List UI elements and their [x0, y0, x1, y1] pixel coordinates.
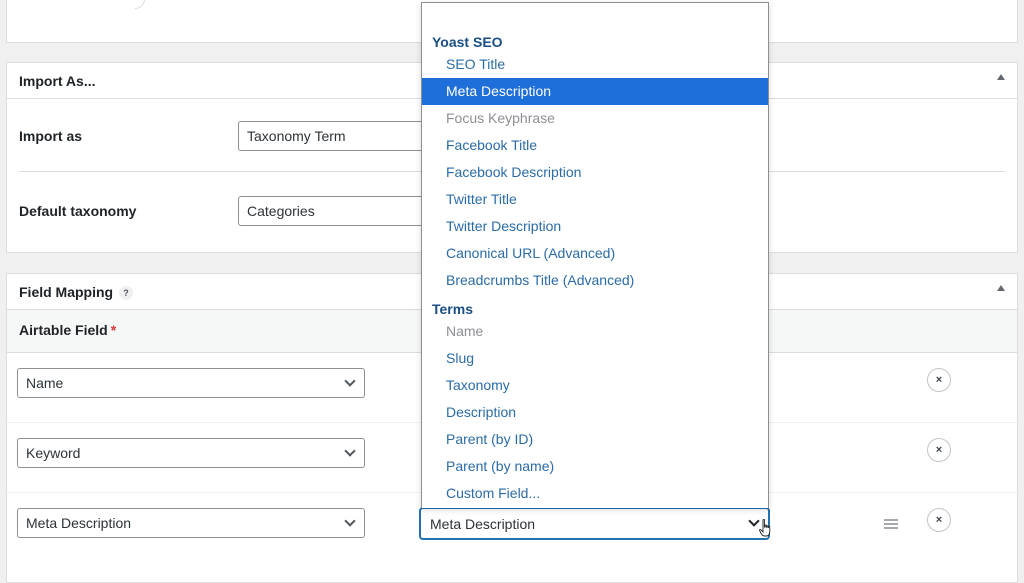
field-mapping-title: Field Mapping [19, 284, 114, 300]
import-as-label: Import as [19, 128, 83, 144]
chevron-down-icon [748, 515, 760, 527]
airtable-field-select[interactable]: Keyword [17, 438, 365, 468]
airtable-field-select[interactable]: Meta Description [17, 508, 365, 538]
target-field-value: Meta Description [430, 516, 536, 532]
dropdown-option-selected[interactable]: Meta Description [422, 78, 768, 105]
dropdown-option[interactable]: Twitter Title [422, 186, 768, 213]
chevron-up-icon[interactable] [997, 74, 1005, 80]
dropdown-option[interactable]: Twitter Description [422, 213, 768, 240]
dropdown-option-disabled: Focus Keyphrase [446, 110, 555, 126]
dropdown-option[interactable]: Facebook Description [422, 159, 768, 186]
dropdown-option-disabled: Name [446, 323, 484, 339]
required-marker: * [110, 322, 117, 338]
optgroup-label: Yoast SEO [432, 34, 503, 50]
scrollbar-fragment [135, 0, 145, 9]
airtable-field-select[interactable]: Name [17, 368, 365, 398]
airtable-field-header-text: Airtable Field [19, 322, 108, 338]
dropdown-option[interactable]: Taxonomy [422, 372, 768, 399]
chevron-down-icon [344, 375, 356, 387]
hand-pointer-icon [759, 519, 771, 537]
airtable-field-value: Keyword [26, 445, 81, 461]
chevron-down-icon [344, 445, 356, 457]
airtable-field-header: Airtable Field * [19, 322, 116, 338]
chevron-up-icon[interactable] [997, 285, 1005, 291]
import-as-title: Import As... [19, 73, 96, 89]
dropdown-option[interactable]: Canonical URL (Advanced) [422, 240, 768, 267]
remove-row-button[interactable]: × [927, 508, 951, 532]
dropdown-option[interactable]: Facebook Title [422, 132, 768, 159]
default-taxonomy-label: Default taxonomy [19, 203, 137, 219]
dropdown-option[interactable]: Parent (by ID) [422, 426, 768, 453]
target-field-dropdown: Yoast SEO SEO Title Meta Description Foc… [421, 2, 769, 508]
target-field-select[interactable]: Meta Description [420, 508, 769, 539]
drag-handle-icon[interactable] [884, 519, 898, 529]
dropdown-option[interactable]: Custom Field... [422, 480, 768, 507]
optgroup-label: Terms [432, 301, 473, 317]
dropdown-option[interactable]: Slug [422, 345, 768, 372]
import-as-select[interactable]: Taxonomy Term [238, 121, 438, 151]
chevron-down-icon [344, 515, 356, 527]
dropdown-option[interactable]: Parent (by name) [422, 453, 768, 480]
dropdown-option[interactable]: SEO Title [422, 51, 768, 78]
remove-row-button[interactable]: × [927, 368, 951, 392]
dropdown-option[interactable]: Description [422, 399, 768, 426]
airtable-field-value: Name [26, 375, 64, 391]
dropdown-option[interactable]: Breadcrumbs Title (Advanced) [422, 267, 768, 294]
airtable-field-value: Meta Description [26, 515, 132, 531]
help-icon[interactable]: ? [119, 286, 133, 300]
default-taxonomy-select[interactable]: Categories [238, 196, 438, 226]
remove-row-button[interactable]: × [927, 438, 951, 462]
